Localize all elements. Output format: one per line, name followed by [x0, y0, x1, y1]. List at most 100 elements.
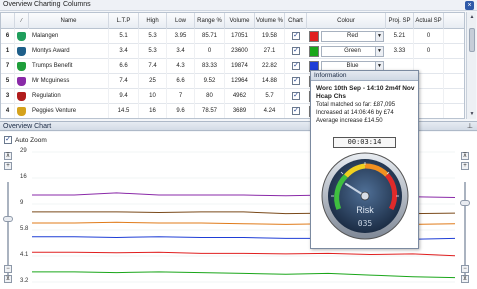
jockey-silk-icon	[17, 107, 26, 116]
chart-checkbox[interactable]: ✓	[292, 107, 300, 115]
row-number: 6	[1, 29, 15, 44]
right-zoom-bottom-icon[interactable]: ⊻	[461, 275, 469, 283]
cell-high: 25	[139, 74, 167, 89]
cell-volpct: 4.24	[255, 104, 285, 118]
y-tick-label: 4.1	[20, 252, 29, 258]
scroll-down-icon[interactable]: ▼	[468, 110, 476, 118]
right-zoom-handle[interactable]	[460, 200, 470, 206]
right-zoom-top-icon[interactable]: ⊼	[461, 152, 469, 160]
runner-name: Malangen	[29, 29, 109, 44]
runner-name: Trumps Benefit	[29, 59, 109, 74]
cell-low: 7	[167, 89, 195, 104]
menu-charting[interactable]: Charting	[34, 1, 60, 8]
dropdown-arrow-icon[interactable]: ▼	[375, 47, 383, 56]
colour-select[interactable]: Red ▼	[321, 31, 384, 42]
cell-ltp: 7.4	[109, 74, 139, 89]
jockey-silk-icon	[17, 92, 26, 101]
pin-icon[interactable]: ⊥	[467, 122, 473, 130]
right-zoom-in-icon[interactable]: +	[461, 162, 469, 170]
cell-range: 78.57	[195, 104, 225, 118]
colour-swatch	[309, 31, 319, 42]
close-icon[interactable]: ×	[465, 1, 474, 10]
auto-zoom-checkbox[interactable]: ✓ Auto Zoom	[4, 136, 47, 144]
left-zoom-out-icon[interactable]: −	[4, 265, 12, 273]
cell-volpct: 14.88	[255, 74, 285, 89]
gauge-label: Risk	[356, 205, 374, 215]
cell-volpct: 5.7	[255, 89, 285, 104]
chart-checkbox[interactable]: ✓	[292, 32, 300, 40]
y-tick-label: 3.2	[20, 278, 29, 284]
y-tick-label: 5.8	[20, 226, 29, 232]
chart-checkbox[interactable]: ✓	[292, 62, 300, 70]
header-rownum	[1, 13, 15, 29]
series-line-4	[32, 251, 456, 257]
cell-high: 16	[139, 104, 167, 118]
series-line-5	[32, 271, 456, 279]
header-sort-icon[interactable]: ⁄	[15, 13, 29, 29]
menu-overview[interactable]: Overview	[3, 1, 32, 8]
left-zoom-slider[interactable]: ⊼ + − ⊻	[2, 152, 14, 285]
chart-checkbox[interactable]: ✓	[292, 92, 300, 100]
left-zoom-bottom-icon[interactable]: ⊻	[4, 275, 12, 283]
chart-checkbox[interactable]: ✓	[292, 77, 300, 85]
header-name[interactable]: Name	[29, 13, 109, 29]
colour-value: Blue	[346, 63, 359, 69]
cell-volpct: 22.82	[255, 59, 285, 74]
left-zoom-handle[interactable]	[3, 216, 13, 222]
table-row[interactable]: 6 Malangen 5.1 5.3 3.95 85.71 17051 19.58 5.21 0 ✓…	[1, 29, 464, 44]
runner-name: Regulation	[29, 89, 109, 104]
cell-range: 9.52	[195, 74, 225, 89]
header-low[interactable]: Low	[167, 13, 195, 29]
header-volume-pct[interactable]: Volume %	[255, 13, 285, 29]
header-actual-sp[interactable]: Actual SP	[414, 13, 444, 29]
cell-proj: 5.21	[386, 29, 414, 44]
left-zoom-in-icon[interactable]: +	[4, 162, 12, 170]
countdown-timer: 00:03:14	[333, 137, 396, 148]
right-zoom-track[interactable]	[464, 182, 466, 278]
row-number: 4	[1, 104, 15, 118]
increased-text: Increased at 14:06:46 by £74	[316, 110, 394, 116]
row-number: 7	[1, 59, 15, 74]
runner-name: Mr Mcguiness	[29, 74, 109, 89]
cell-volume: 17051	[225, 29, 255, 44]
scroll-thumb[interactable]	[469, 28, 475, 52]
y-tick-label: 29	[20, 148, 27, 154]
scroll-up-icon[interactable]: ▲	[468, 13, 476, 21]
menu-columns[interactable]: Columns	[63, 1, 91, 8]
auto-zoom-check-icon[interactable]: ✓	[4, 136, 12, 144]
left-zoom-track[interactable]	[7, 182, 9, 278]
right-zoom-out-icon[interactable]: −	[461, 265, 469, 273]
right-zoom-slider[interactable]: ⊼ + − ⊻	[459, 152, 471, 285]
cell-ltp: 14.5	[109, 104, 139, 118]
header-high[interactable]: High	[139, 13, 167, 29]
grid-scrollbar[interactable]: ▲ ▼	[466, 12, 476, 119]
jockey-silk-icon	[17, 77, 26, 86]
cell-ltp: 6.6	[109, 59, 139, 74]
row-number: 5	[1, 74, 15, 89]
dropdown-arrow-icon[interactable]: ▼	[375, 32, 383, 41]
header-colour[interactable]: Colour	[307, 13, 386, 29]
header-ltp[interactable]: L.T.P	[109, 13, 139, 29]
cell-low: 3.95	[167, 29, 195, 44]
table-row[interactable]: 1 Montys Award 3.4 5.3 3.4 0 23600 27.1 3.33 0 ✓ Gr…	[1, 44, 464, 59]
header-range[interactable]: Range %	[195, 13, 225, 29]
grid-header: ⁄ Name L.T.P High Low Range % Volume Vol…	[1, 13, 464, 29]
colour-select[interactable]: Green ▼	[321, 46, 384, 57]
y-tick-label: 16	[20, 174, 27, 180]
information-title: Information	[311, 71, 418, 81]
overview-chart-title: Overview Chart	[3, 123, 52, 130]
left-zoom-top-icon[interactable]: ⊼	[4, 152, 12, 160]
cell-volume: 3689	[225, 104, 255, 118]
colour-value: Green	[344, 48, 361, 54]
header-proj-sp[interactable]: Proj. SP	[386, 13, 414, 29]
cell-range: 0	[195, 44, 225, 59]
jockey-silk-icon	[17, 47, 26, 56]
cell-actual: 0	[414, 44, 444, 59]
cell-high: 5.3	[139, 29, 167, 44]
chart-checkbox[interactable]: ✓	[292, 47, 300, 55]
header-volume[interactable]: Volume	[225, 13, 255, 29]
cell-volume: 4962	[225, 89, 255, 104]
header-chart[interactable]: Chart	[285, 13, 307, 29]
cell-volume: 23600	[225, 44, 255, 59]
gauge-value: 035	[358, 219, 373, 228]
